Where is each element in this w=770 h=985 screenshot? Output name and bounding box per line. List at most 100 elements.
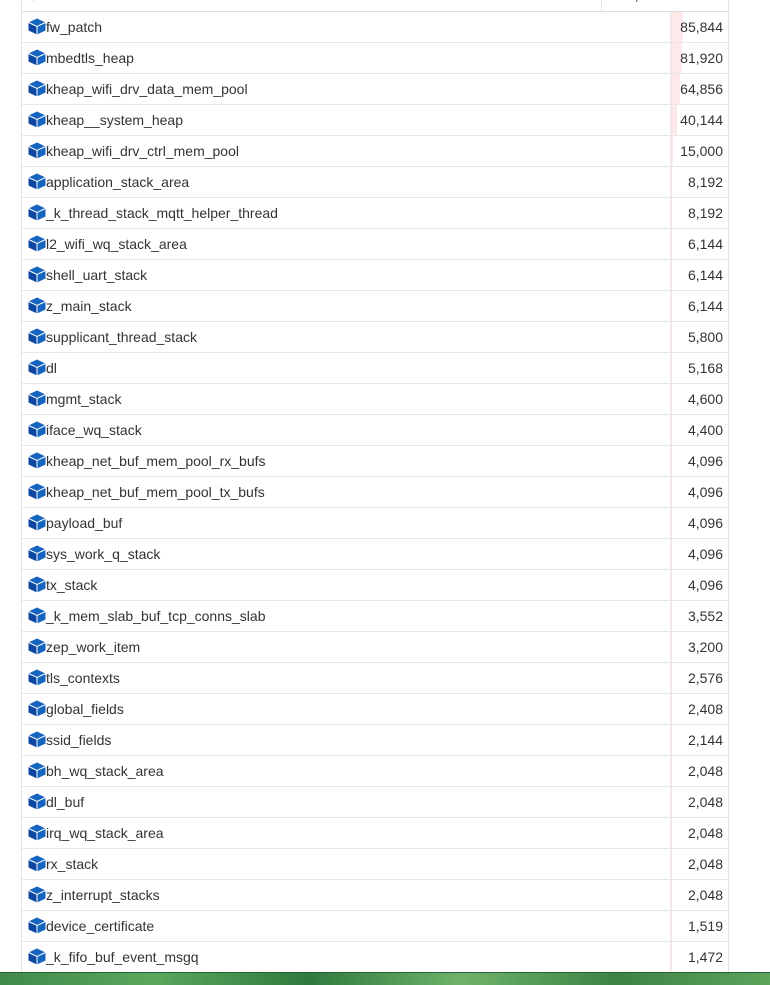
size-value: 2,048 xyxy=(688,849,723,879)
size-value: 2,408 xyxy=(688,694,723,724)
symbol-name: mbedtls_heap xyxy=(46,43,134,73)
table-row[interactable]: global_fields2,408 xyxy=(22,694,728,725)
table-row[interactable]: ssid_fields2,144 xyxy=(22,725,728,756)
table-row[interactable]: z_main_stack6,144 xyxy=(22,291,728,322)
table-row[interactable]: kheap_wifi_drv_ctrl_mem_pool 15,000 xyxy=(22,136,728,167)
size-bar xyxy=(671,198,672,228)
symbol-name: dl_buf xyxy=(46,787,84,817)
size-cell: 40,144 xyxy=(670,105,728,135)
size-bar xyxy=(671,105,677,135)
size-bar xyxy=(671,167,672,197)
cube-icon xyxy=(28,762,46,779)
table-row[interactable]: rx_stack 2,048 xyxy=(22,849,728,880)
cube-icon xyxy=(28,173,46,190)
table-row[interactable]: tx_stack 4,096 xyxy=(22,570,728,601)
symbol-name: _k_fifo_buf_event_msgq xyxy=(46,942,199,972)
table-row[interactable]: supplicant_thread_stack 5,800 xyxy=(22,322,728,353)
size-value: 6,144 xyxy=(688,229,723,259)
size-bar xyxy=(671,229,672,259)
symbol-name: device_certificate xyxy=(46,911,154,941)
cube-icon xyxy=(28,638,46,655)
table-row[interactable]: mgmt_stack4,600 xyxy=(22,384,728,415)
size-cell: 3,200 xyxy=(670,632,728,662)
size-cell: 5,800 xyxy=(670,322,728,352)
symbol-name: l2_wifi_wq_stack_area xyxy=(46,229,187,259)
symbol-name: tx_stack xyxy=(46,570,97,600)
size-value: 2,144 xyxy=(688,725,723,755)
table-row[interactable]: kheap_net_buf_mem_pool_tx_bufs4,096 xyxy=(22,477,728,508)
size-value: 4,096 xyxy=(688,477,723,507)
size-value: 6,144 xyxy=(688,291,723,321)
size-value: 2,048 xyxy=(688,756,723,786)
size-bar xyxy=(671,384,672,414)
symbol-name: z_interrupt_stacks xyxy=(46,880,160,910)
size-bar xyxy=(671,353,672,383)
size-value: 4,096 xyxy=(688,508,723,538)
table-row[interactable]: tls_contexts 2,576 xyxy=(22,663,728,694)
size-cell: 15,000 xyxy=(670,136,728,166)
table-row[interactable]: kheap__system_heap40,144 xyxy=(22,105,728,136)
size-value: 2,048 xyxy=(688,880,723,910)
size-bar xyxy=(671,446,672,476)
table-row[interactable]: irq_wq_stack_area2,048 xyxy=(22,818,728,849)
cube-icon xyxy=(28,142,46,159)
symbol-name: kheap_wifi_drv_ctrl_mem_pool xyxy=(46,136,239,166)
symbol-name: sys_work_q_stack xyxy=(46,539,160,569)
table-row[interactable]: device_certificate1,519 xyxy=(22,911,728,942)
cube-icon xyxy=(28,328,46,345)
table-row[interactable]: z_interrupt_stacks 2,048 xyxy=(22,880,728,911)
cube-icon xyxy=(28,793,46,810)
size-bar xyxy=(671,74,680,104)
table-body: fw_patch85,844mbedtls_heap81,920kheap_wi… xyxy=(22,12,728,973)
size-value: 85,844 xyxy=(680,12,723,42)
size-value: 2,576 xyxy=(688,663,723,693)
table-row[interactable]: zep_work_item3,200 xyxy=(22,632,728,663)
size-cell: 4,096 xyxy=(670,477,728,507)
table-row[interactable]: payload_buf4,096 xyxy=(22,508,728,539)
size-value: 4,096 xyxy=(688,446,723,476)
table-row[interactable]: l2_wifi_wq_stack_area 6,144 xyxy=(22,229,728,260)
cube-icon xyxy=(28,49,46,66)
cube-icon xyxy=(28,235,46,252)
cube-icon xyxy=(28,700,46,717)
table-row[interactable]: application_stack_area8,192 xyxy=(22,167,728,198)
size-cell: 2,576 xyxy=(670,663,728,693)
size-value: 8,192 xyxy=(688,167,723,197)
table-row[interactable]: dl5,168 xyxy=(22,353,728,384)
cube-icon xyxy=(28,855,46,872)
size-cell: 4,096 xyxy=(670,570,728,600)
header-value[interactable]: 550,000 xyxy=(601,0,671,11)
table-row[interactable]: kheap_wifi_drv_data_mem_pool64,856 xyxy=(22,74,728,105)
table-row[interactable]: _k_fifo_buf_event_msgq1,472 xyxy=(22,942,728,973)
table-row[interactable]: mbedtls_heap81,920 xyxy=(22,43,728,74)
table-row[interactable]: iface_wq_stack4,400 xyxy=(22,415,728,446)
symbol-name: rx_stack xyxy=(46,849,98,879)
size-bar xyxy=(671,415,672,445)
size-cell: 6,144 xyxy=(670,260,728,290)
table-row[interactable]: bh_wq_stack_area2,048 xyxy=(22,756,728,787)
size-bar xyxy=(671,260,672,290)
size-value: 4,096 xyxy=(688,539,723,569)
table-row[interactable]: _k_thread_stack_mqtt_helper_thread8,192 xyxy=(22,198,728,229)
size-bar xyxy=(671,477,672,507)
table-header[interactable]: ↓ 1000 functions 550,000 xyxy=(22,0,728,12)
symbol-name: supplicant_thread_stack xyxy=(46,322,197,352)
table-row[interactable]: _k_mem_slab_buf_tcp_conns_slab3,552 xyxy=(22,601,728,632)
cube-icon xyxy=(28,514,46,531)
size-cell: 2,048 xyxy=(670,818,728,848)
table-row[interactable]: kheap_net_buf_mem_pool_rx_bufs4,096 xyxy=(22,446,728,477)
size-bar xyxy=(671,601,672,631)
size-cell: 2,408 xyxy=(670,694,728,724)
size-cell: 8,192 xyxy=(670,167,728,197)
table-row[interactable]: shell_uart_stack6,144 xyxy=(22,260,728,291)
symbol-name: tls_contexts xyxy=(46,663,120,693)
cube-icon xyxy=(28,731,46,748)
table-row[interactable]: sys_work_q_stack 4,096 xyxy=(22,539,728,570)
table-row[interactable]: fw_patch85,844 xyxy=(22,12,728,43)
size-value: 3,200 xyxy=(688,632,723,662)
table-row[interactable]: dl_buf2,048 xyxy=(22,787,728,818)
header-name[interactable]: ↓ 1000 functions xyxy=(30,0,131,11)
cube-icon xyxy=(28,359,46,376)
size-bar xyxy=(671,570,672,600)
cube-icon xyxy=(28,824,46,841)
